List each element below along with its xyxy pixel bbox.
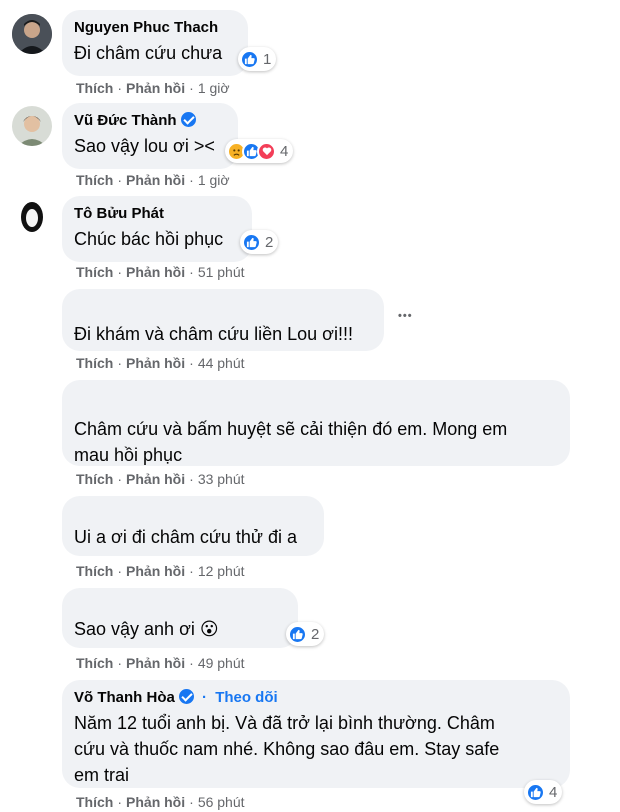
reply-button[interactable]: Phản hồi: [126, 355, 185, 371]
comment-text: Đi khám và châm cứu liền Lou ơi!!!: [74, 324, 353, 344]
reply-button[interactable]: Phản hồi: [126, 655, 185, 671]
hidden-author: [74, 596, 286, 610]
comment-bubble: Sao vậy anh ơi 😮: [62, 588, 298, 648]
verified-badge-icon: [180, 112, 196, 127]
like-button[interactable]: Thích: [76, 655, 113, 671]
comment-bubble: Ui a ơi đi châm cứu thử đi a: [62, 496, 324, 556]
comment-text: Đi châm cứu chưa: [74, 43, 223, 63]
love-reaction-icon: [257, 141, 276, 161]
reply-button[interactable]: Phản hồi: [126, 264, 185, 280]
comment-actions: Thích · Phản hồi · 1 giờ: [76, 172, 230, 188]
like-button[interactable]: Thích: [76, 563, 113, 579]
avatar[interactable]: [12, 14, 52, 54]
reaction-summary[interactable]: 2: [286, 622, 325, 646]
like-reaction-icon: [240, 49, 259, 69]
comment-time[interactable]: 51 phút: [198, 264, 245, 280]
follow-button[interactable]: Theo dõi: [215, 689, 278, 706]
comment-actions: Thích · Phản hồi · 33 phút: [76, 471, 245, 487]
comment-bubble: Nguyen Phuc Thach Đi châm cứu chưa: [62, 10, 248, 76]
reply-button[interactable]: Phản hồi: [126, 172, 185, 188]
comment-time[interactable]: 44 phút: [198, 355, 245, 371]
comment-bubble: Võ Thanh Hòa · Theo dõi Năm 12 tuổi anh …: [62, 680, 570, 788]
hidden-author: [74, 388, 558, 406]
comment-author[interactable]: Nguyen Phuc Thach: [74, 18, 236, 38]
avatar-photo-icon: [12, 197, 52, 237]
comment-bubble: Vũ Đức Thành Sao vậy lou ơi ><: [62, 103, 238, 169]
like-button[interactable]: Thích: [76, 80, 113, 96]
comment-time[interactable]: 12 phút: [198, 563, 245, 579]
comment-actions: Thích · Phản hồi · 51 phút: [76, 264, 245, 280]
avatar[interactable]: [12, 197, 52, 237]
comment-time[interactable]: 1 giờ: [198, 80, 230, 96]
more-options-icon[interactable]: •••: [398, 310, 413, 322]
reaction-count: 2: [265, 233, 274, 251]
like-reaction-icon: [242, 232, 261, 252]
like-reaction-icon: [526, 782, 545, 802]
reaction-summary[interactable]: 1: [238, 47, 277, 71]
reply-button[interactable]: Phản hồi: [126, 563, 185, 579]
comment-text: Sao vậy anh ơi 😮: [74, 619, 219, 639]
avatar[interactable]: [12, 106, 52, 146]
comment-text: em trai: [74, 765, 130, 785]
like-button[interactable]: Thích: [76, 794, 113, 810]
verified-badge-icon: [178, 689, 194, 704]
comment-text: Sao vậy lou ơi ><: [74, 136, 215, 156]
reaction-summary[interactable]: 2: [240, 230, 279, 254]
comment-text: Chúc bác hồi phục: [74, 229, 224, 249]
reaction-summary[interactable]: 4: [225, 139, 294, 163]
comment-bubble: Đi khám và châm cứu liền Lou ơi!!!: [62, 289, 384, 351]
comment-text: cứu và thuốc nam nhé. Không sao đâu em. …: [74, 739, 500, 759]
comment-time[interactable]: 1 giờ: [198, 172, 230, 188]
reaction-count: 4: [549, 783, 558, 801]
comment-actions: Thích · Phản hồi · 1 giờ: [76, 80, 230, 96]
reply-button[interactable]: Phản hồi: [126, 80, 185, 96]
hidden-author: [74, 504, 312, 518]
comment-actions: Thích · Phản hồi · 56 phút: [76, 794, 245, 810]
reaction-count: 2: [311, 625, 320, 643]
comment-text: Ui a ơi đi châm cứu thử đi a: [74, 527, 297, 547]
comment-text: Châm cứu và bấm huyệt sẽ cải thiện đó em…: [74, 419, 508, 439]
like-button[interactable]: Thích: [76, 172, 113, 188]
comment-time[interactable]: 33 phút: [198, 471, 245, 487]
comment-bubble: Châm cứu và bấm huyệt sẽ cải thiện đó em…: [62, 380, 570, 466]
comment-author[interactable]: Tô Bửu Phát: [74, 204, 240, 224]
reaction-count: 4: [280, 142, 289, 160]
comment-text: Năm 12 tuổi anh bị. Và đã trở lại bình t…: [74, 713, 495, 733]
avatar-photo-icon: [12, 106, 52, 146]
reaction-summary[interactable]: 4: [524, 780, 563, 804]
comment-actions: Thích · Phản hồi · 12 phút: [76, 563, 245, 579]
like-reaction-icon: [288, 624, 307, 644]
comment-text: mau hồi phục: [74, 445, 183, 465]
like-button[interactable]: Thích: [76, 471, 113, 487]
hidden-author: [74, 297, 372, 315]
comment-author: Võ Thanh Hòa · Theo dõi: [74, 689, 278, 706]
reply-button[interactable]: Phản hồi: [126, 794, 185, 810]
like-button[interactable]: Thích: [76, 355, 113, 371]
comment-bubble: Tô Bửu Phát Chúc bác hồi phục: [62, 196, 252, 262]
comment-actions: Thích · Phản hồi · 44 phút: [76, 355, 245, 371]
avatar-photo-icon: [12, 14, 52, 54]
reply-button[interactable]: Phản hồi: [126, 471, 185, 487]
comment-author[interactable]: Vũ Đức Thành: [74, 111, 226, 131]
comment-time[interactable]: 56 phút: [198, 794, 245, 810]
comment-time[interactable]: 49 phút: [198, 655, 245, 671]
comment-actions: Thích · Phản hồi · 49 phút: [76, 655, 245, 671]
like-button[interactable]: Thích: [76, 264, 113, 280]
reaction-count: 1: [263, 50, 272, 68]
